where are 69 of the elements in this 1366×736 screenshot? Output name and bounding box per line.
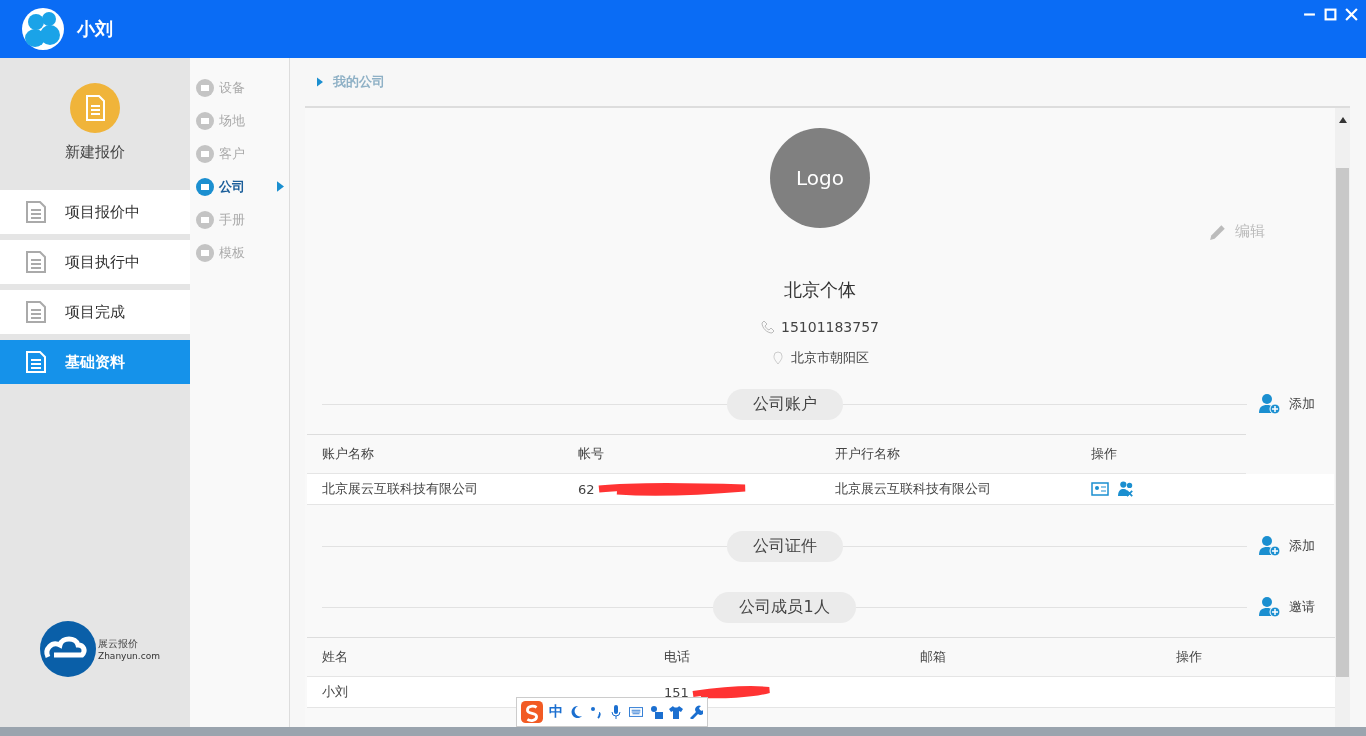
close-icon[interactable] — [1345, 8, 1358, 21]
scroll-up-icon[interactable] — [1339, 117, 1347, 123]
nav-item[interactable]: 项目报价中 — [0, 190, 190, 234]
remove-user-icon[interactable] — [1117, 481, 1135, 497]
document-icon — [25, 300, 47, 324]
ime-mode[interactable]: 中 — [549, 703, 563, 721]
circle-icon — [195, 110, 215, 131]
nav-item[interactable]: 项目执行中 — [0, 240, 190, 284]
user-name: 小刘 — [77, 17, 113, 41]
maximize-icon[interactable] — [1324, 8, 1337, 21]
toolbox-icon[interactable] — [649, 705, 663, 719]
table-cell: 151 — [664, 684, 689, 700]
circle-icon — [195, 143, 215, 164]
breadcrumb: 我的公司 — [333, 73, 385, 91]
circle-icon — [195, 77, 215, 98]
document-icon — [25, 200, 47, 224]
punctuation-icon[interactable] — [589, 705, 603, 719]
new-quote-label[interactable]: 新建报价 — [65, 143, 125, 162]
section-title: 公司账户 — [726, 388, 843, 420]
phone-icon — [761, 320, 775, 334]
column-header: 开户行名称 — [835, 445, 901, 463]
column-header: 操作 — [1091, 445, 1118, 463]
invite-button[interactable]: 邀请 — [1259, 596, 1315, 618]
add-user-icon — [1259, 535, 1281, 557]
brand-name: 展云报价 — [98, 637, 139, 651]
add-button[interactable]: 添加 — [1259, 393, 1315, 415]
scrollbar[interactable] — [1335, 108, 1350, 727]
section-title: 公司成员1人 — [713, 591, 856, 623]
column-header: 电话 — [664, 648, 691, 666]
table-cell-text: 北京展云互联科技有限公司 — [322, 480, 479, 498]
document-icon — [25, 250, 47, 274]
circle-icon — [195, 209, 215, 230]
caret-icon — [317, 77, 323, 87]
shirt-icon[interactable] — [669, 705, 683, 719]
subnav-item[interactable]: 公司 — [190, 170, 289, 203]
column-header: 操作 — [1176, 648, 1203, 666]
column-header: 姓名 — [322, 648, 349, 666]
microphone-icon[interactable] — [609, 705, 623, 719]
keyboard-icon[interactable] — [629, 705, 643, 719]
user-avatar-icon[interactable] — [22, 8, 64, 50]
table-cell: 62 — [578, 481, 595, 497]
document-icon — [25, 350, 47, 374]
add-user-icon — [1259, 393, 1281, 415]
table-cell-text: 北京展云互联科技有限公司 — [835, 480, 992, 498]
company-name: 北京个体 — [783, 278, 857, 302]
column-header: 邮箱 — [920, 648, 947, 666]
company-address: 北京市朝阳区 — [791, 349, 869, 367]
add-user-icon — [1259, 596, 1281, 618]
ime-logo-icon[interactable] — [521, 701, 543, 723]
moon-icon[interactable] — [569, 705, 583, 719]
company-phone: 15101183757 — [781, 319, 879, 335]
nav-item[interactable]: 项目完成 — [0, 290, 190, 334]
column-header: 帐号 — [578, 445, 605, 463]
id-card-icon[interactable] — [1091, 481, 1109, 497]
brand-domain: Zhanyun.com — [98, 651, 160, 661]
logo-circle[interactable]: Logo — [770, 128, 870, 228]
wrench-icon[interactable] — [689, 705, 703, 719]
add-button[interactable]: 添加 — [1259, 535, 1315, 557]
column-header: 账户名称 — [322, 445, 375, 463]
table-cell-text: 小刘 — [322, 683, 349, 701]
pencil-icon — [1209, 222, 1227, 241]
cloud-logo-icon — [40, 621, 96, 677]
nav-item[interactable]: 基础资料 — [0, 340, 190, 384]
location-pin-icon — [771, 351, 785, 365]
logo-label: Logo — [796, 166, 844, 190]
caret-icon — [277, 181, 284, 192]
circle-icon — [195, 176, 215, 197]
section-title: 公司证件 — [726, 530, 843, 562]
circle-icon — [195, 242, 215, 263]
